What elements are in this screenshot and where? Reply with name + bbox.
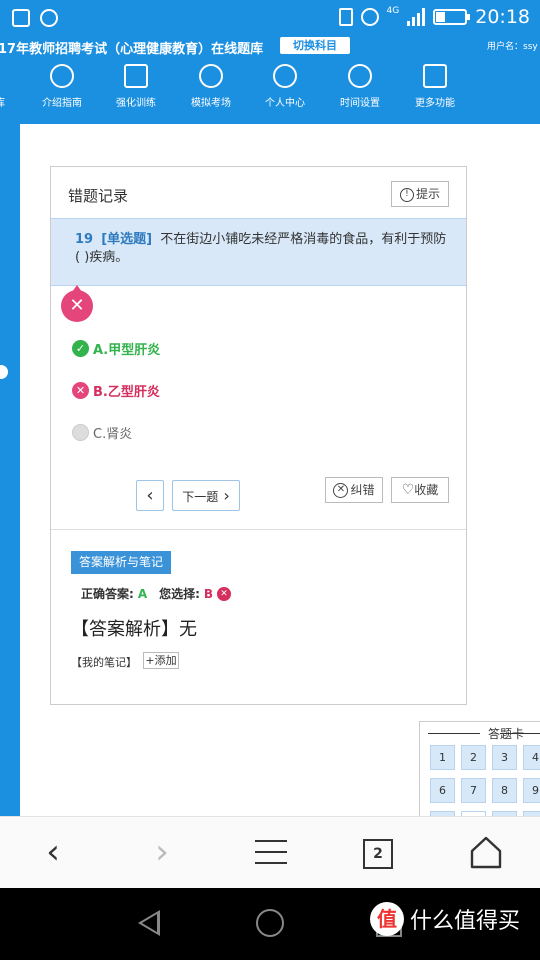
home-icon[interactable]	[470, 835, 502, 869]
chevron-right-icon: ›	[218, 486, 230, 505]
nav-item-label: 个人中心	[265, 98, 305, 109]
site-header: 17年教师招聘考试（心理健康教育）在线题库 切换科目 用户名：ssy 库 介绍指…	[0, 36, 540, 124]
status-bar: 4G 20:18	[0, 0, 540, 36]
next-question-button[interactable]: 下一题 ›	[172, 480, 240, 511]
compass-icon	[50, 64, 74, 88]
alarm-icon	[360, 8, 379, 26]
heart-icon: ♡	[401, 482, 415, 498]
grid-icon	[423, 64, 447, 88]
nav-back-icon[interactable]	[138, 910, 160, 936]
browser-icon	[40, 9, 58, 27]
nav-item-label: 模拟考场	[191, 98, 231, 109]
answer-cell[interactable]: 4	[523, 745, 540, 770]
option-b[interactable]: ✕ B.乙型肝炎	[72, 381, 160, 400]
back-icon[interactable]: ‹	[33, 835, 73, 871]
your-choice-value: B	[203, 586, 214, 601]
correct-answer-label: 正确答案:	[81, 587, 134, 601]
clock-icon	[199, 64, 223, 88]
favorite-button[interactable]: ♡收藏	[391, 477, 449, 503]
divider	[51, 529, 466, 530]
site-title: 17年教师招聘考试（心理健康教育）在线题库	[0, 42, 264, 57]
left-sidebar-strip	[0, 124, 20, 816]
nav-item-time-settings[interactable]: 时间设置	[320, 60, 400, 109]
answer-cell[interactable]: 1	[430, 745, 455, 770]
option-label: B.乙型肝炎	[93, 385, 160, 400]
nav-item-more[interactable]: 更多功能	[395, 60, 475, 109]
menu-icon[interactable]	[255, 840, 287, 866]
answer-cell[interactable]: 6	[430, 778, 455, 803]
notes-label: 【我的笔记】	[71, 656, 137, 669]
close-circle-icon: ✕	[333, 483, 349, 498]
clock-time: 20:18	[475, 6, 530, 28]
nav-item-label: 时间设置	[340, 98, 380, 109]
option-a[interactable]: ✓ A.甲型肝炎	[72, 339, 160, 358]
cross-icon: ✕	[72, 382, 89, 399]
sidebar-handle[interactable]	[0, 365, 8, 379]
option-label: C.肾炎	[93, 427, 133, 442]
watermark-text: 什么值得买	[410, 909, 521, 934]
radio-empty-icon	[72, 424, 89, 441]
nav-item-training[interactable]: 强化训练	[96, 60, 176, 109]
username-label: 用户名：ssy	[487, 42, 538, 52]
check-icon: ✓	[72, 340, 89, 357]
switch-subject-button[interactable]: 切换科目	[280, 37, 350, 54]
report-error-button[interactable]: ✕ 纠错	[325, 477, 383, 503]
nav-item-mock-exam[interactable]: 模拟考场	[171, 60, 251, 109]
signal-icon	[407, 8, 426, 26]
edit-icon	[124, 64, 148, 88]
report-error-label: 纠错	[350, 483, 375, 497]
answer-cell[interactable]: 2	[461, 745, 486, 770]
nav-home-icon[interactable]	[256, 909, 284, 937]
option-label: A.甲型肝炎	[93, 343, 161, 358]
nav-item-guide[interactable]: 介绍指南	[22, 60, 102, 109]
forward-icon[interactable]: ›	[142, 835, 182, 871]
watermark: 值 什么值得买	[370, 902, 520, 936]
analysis-text: 【答案解析】无	[71, 619, 197, 640]
answer-cell[interactable]: 8	[492, 778, 517, 803]
main-nav: 库 介绍指南 强化训练 模拟考场 个人中心 时间设置 更多功能	[0, 60, 540, 124]
nav-item-label: 强化训练	[116, 98, 156, 109]
hint-button[interactable]: ! 提示	[391, 181, 449, 207]
favorite-label: 收藏	[414, 483, 439, 497]
tabs-button[interactable]: 2	[363, 839, 393, 869]
gear-icon	[348, 64, 372, 88]
nav-item-label: 库	[0, 98, 5, 109]
wrong-questions-panel: 错题记录 ! 提示 19 [单选题] 不在街边小铺吃未经严格消毒的食品，有利于预防…	[50, 166, 467, 705]
question-box: 19 [单选题] 不在街边小铺吃未经严格消毒的食品，有利于预防( )疾病。	[51, 218, 466, 286]
browser-toolbar: ‹ › 2	[0, 816, 540, 888]
user-icon	[273, 64, 297, 88]
watermark-logo: 值	[370, 902, 404, 936]
answer-cell[interactable]: 7	[461, 778, 486, 803]
answer-card-title: 答题卡	[428, 725, 540, 742]
next-label: 下一题	[182, 490, 219, 504]
your-choice-label: 您选择:	[159, 587, 200, 601]
correct-answer-value: A	[137, 586, 148, 601]
answer-summary: 正确答案: A 您选择: B ✕	[81, 585, 232, 602]
nav-item-personal-center[interactable]: 个人中心	[245, 60, 325, 109]
answer-card: 答题卡 1 2 3 4 6 7 8 9	[419, 721, 540, 836]
option-c[interactable]: C.肾炎	[72, 423, 132, 442]
gallery-icon	[12, 9, 30, 27]
answer-cell[interactable]: 3	[492, 745, 517, 770]
panel-title: 错题记录	[68, 187, 129, 205]
hint-label: 提示	[415, 187, 440, 201]
prev-question-button[interactable]: ‹	[136, 480, 164, 511]
network-type: 4G	[386, 6, 400, 16]
vibrate-icon	[338, 8, 353, 26]
wrong-mark-icon: ✕	[61, 285, 93, 322]
answer-cell[interactable]: 9	[523, 778, 540, 803]
question-number: 19	[75, 232, 94, 247]
question-type: [单选题]	[101, 232, 153, 247]
battery-icon	[433, 9, 471, 25]
analysis-tag: 答案解析与笔记	[71, 551, 171, 574]
nav-item-label: 介绍指南	[42, 98, 82, 109]
android-navigation-bar: 值 什么值得买	[0, 888, 540, 960]
add-note-button[interactable]: +添加	[143, 652, 179, 669]
nav-item-label: 更多功能	[415, 98, 455, 109]
exclamation-icon: !	[399, 187, 414, 202]
cross-icon: ✕	[217, 586, 232, 601]
